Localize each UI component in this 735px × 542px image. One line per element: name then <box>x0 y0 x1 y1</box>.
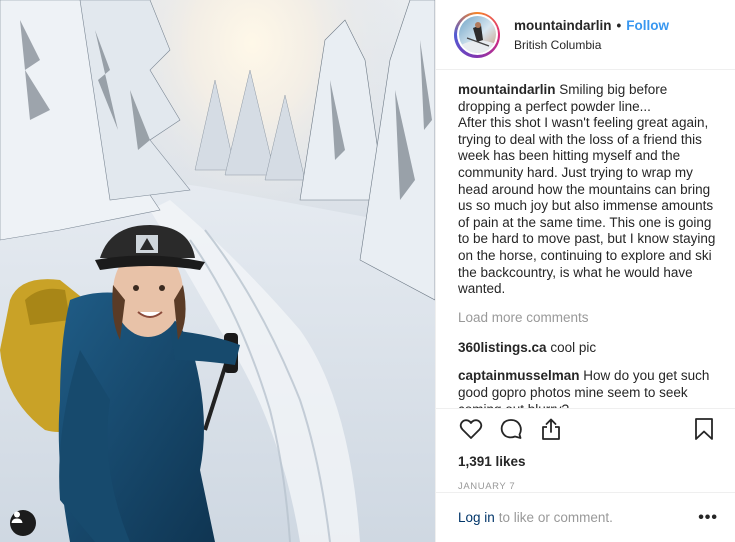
caption-text: Smiling big before dropping a perfect po… <box>458 82 716 297</box>
post-photo[interactable] <box>0 0 435 542</box>
post-info-panel: mountaindarlin • Follow British Columbia… <box>435 0 735 542</box>
like-button[interactable] <box>458 416 484 442</box>
snowy-forest-selfie-image <box>0 0 435 542</box>
avatar[interactable] <box>458 16 496 53</box>
share-button[interactable] <box>538 416 564 442</box>
avatar-image <box>458 22 496 53</box>
load-more-comments-button[interactable]: Load more comments <box>458 310 717 325</box>
person-icon <box>11 511 23 523</box>
comments-section[interactable]: mountaindarlin Smiling big before droppi… <box>436 70 735 408</box>
comment-username[interactable]: captainmusselman <box>458 368 580 383</box>
comment-text: cool pic <box>546 339 597 355</box>
location-link[interactable]: British Columbia <box>514 38 669 52</box>
comment-button[interactable] <box>498 416 524 442</box>
story-ring[interactable] <box>454 11 500 58</box>
comment-item: captainmusselman How do you get such goo… <box>458 367 717 408</box>
comment-username[interactable]: 360listings.ca <box>458 340 547 355</box>
comment-bubble-icon <box>500 418 522 439</box>
likes-count[interactable]: 1,391 likes <box>436 448 735 469</box>
post-date[interactable]: JANUARY 7 <box>436 469 735 492</box>
caption-username[interactable]: mountaindarlin <box>458 82 556 97</box>
caption: mountaindarlin Smiling big before droppi… <box>458 82 717 298</box>
bookmark-icon <box>695 417 713 440</box>
post-header: mountaindarlin • Follow British Columbia <box>436 0 735 70</box>
follow-button[interactable]: Follow <box>626 18 669 33</box>
share-upload-icon <box>542 418 560 440</box>
action-bar <box>436 408 735 448</box>
login-prompt-text: to like or comment. <box>498 510 613 525</box>
more-options-button[interactable]: ••• <box>698 509 718 527</box>
username-link[interactable]: mountaindarlin <box>514 18 612 33</box>
login-bar: Log in to like or comment. ••• <box>436 492 735 542</box>
comment-item: 360listings.ca cool pic <box>458 339 717 356</box>
separator-dot: • <box>616 17 622 33</box>
login-link[interactable]: Log in <box>458 510 495 525</box>
heart-outline-icon <box>459 418 483 439</box>
user-tags-button[interactable] <box>10 510 36 536</box>
save-button[interactable] <box>691 416 717 442</box>
